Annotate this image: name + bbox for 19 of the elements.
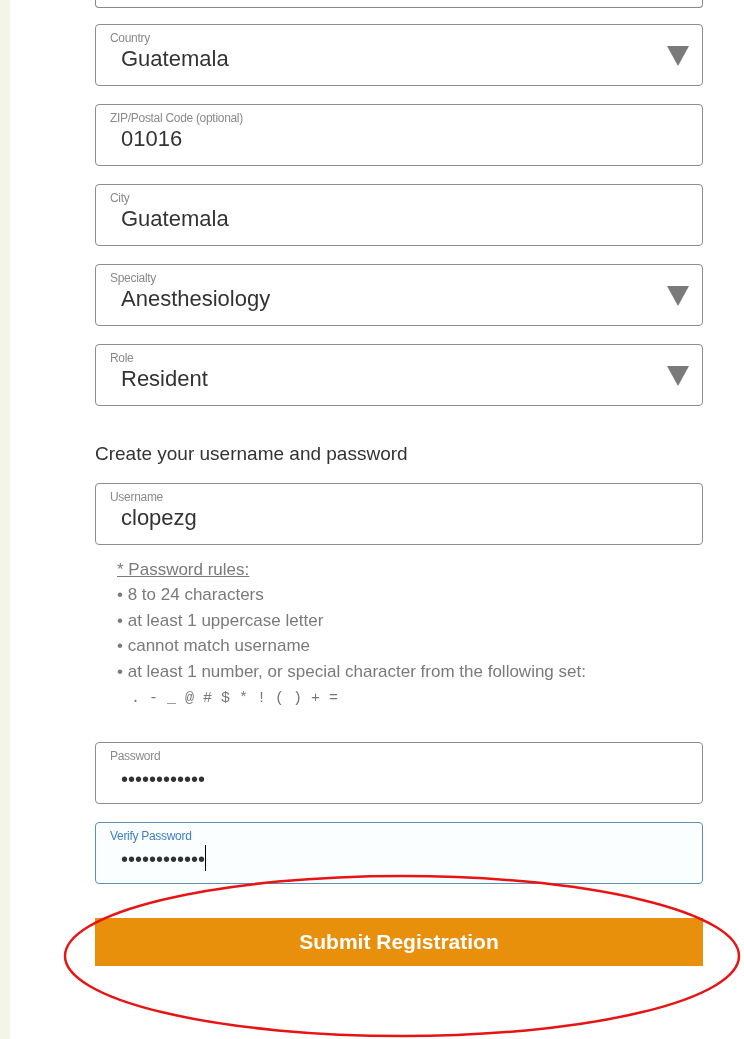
rule-text: • at least 1 number, or special character from the following set: [117,660,586,683]
caret-icon [667,46,689,66]
caret-icon [667,286,689,306]
rule-text: • 8 to 24 characters [117,584,264,606]
section-heading: Create your username and password [95,442,409,466]
dropdown[interactable]: Country Guatemala [95,24,703,86]
caret-icon [667,366,689,386]
password-field[interactable]: Password •••••••••••• [95,741,703,804]
password-rules-title: * Password rules: [117,558,250,581]
dropdown[interactable]: Specialty Anesthesiology [95,264,703,326]
rule-text: • cannot match username [117,635,311,657]
input-field[interactable]: City Guatemala [95,184,703,246]
input-field[interactable]: ZIP/Postal Code (optional) 01016 [95,104,703,166]
input-field[interactable]: Username clopezg [95,482,703,545]
special-characters: . - _ @ # $ * ! ( ) + = [131,689,339,709]
password-field[interactable]: Verify Password •••••••••••• [95,821,703,884]
rule-text: • at least 1 uppercase letter [117,609,324,632]
dropdown[interactable]: Role Resident [95,344,703,406]
input-field[interactable] [95,0,703,8]
